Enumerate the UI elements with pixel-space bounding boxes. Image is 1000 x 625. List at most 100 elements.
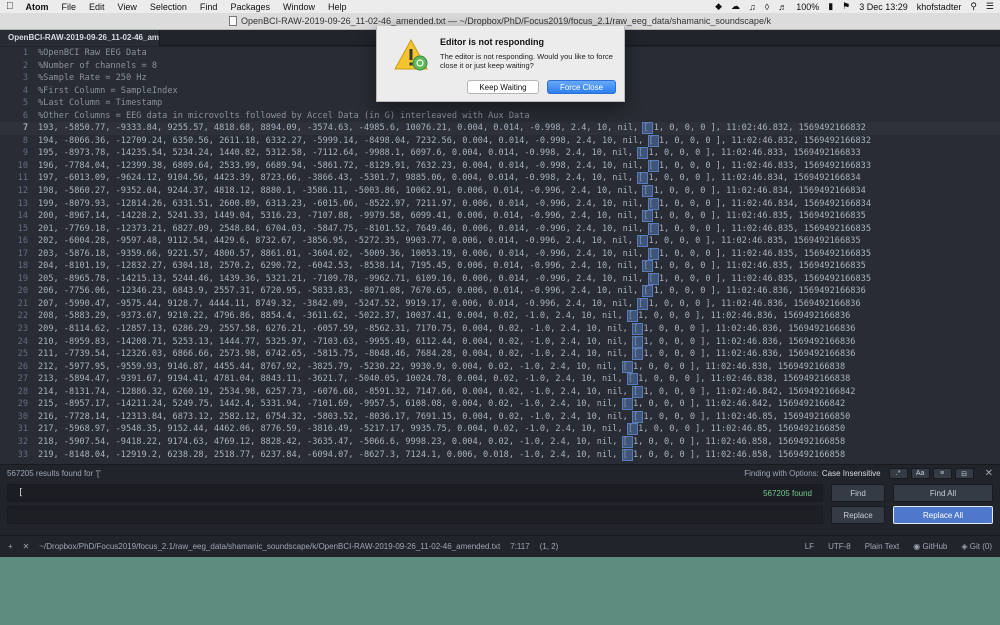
menu-app[interactable]: Atom <box>26 2 49 12</box>
line-number[interactable]: 23 <box>0 323 38 336</box>
line-number[interactable]: 12 <box>0 185 38 198</box>
selection-count[interactable]: (1, 2) <box>540 542 559 551</box>
code-line[interactable]: 21 207, -5990.47, -9575.44, 9128.7, 4444.… <box>0 297 1000 311</box>
dropbox-icon[interactable]: ◆ <box>715 1 722 12</box>
tab-active-file[interactable]: OpenBCI-RAW-2019-09-26_11-02-46_am... <box>0 30 160 46</box>
code-line[interactable]: 9 195, -8973.78, -14235.54, 5234.24, 1440… <box>0 147 1000 160</box>
menu-selection[interactable]: Selection <box>150 2 187 12</box>
line-number[interactable]: 2 <box>0 60 38 73</box>
code-line[interactable]: 22 208, -5883.29, -9373.67, 9210.22, 4796… <box>0 310 1000 323</box>
text-editor[interactable]: 1 %OpenBCI Raw EEG Data 2 %Number of channe… <box>0 47 1000 464</box>
find-input[interactable]: [ 567205 found <box>7 484 823 502</box>
line-number[interactable]: 33 <box>0 449 38 462</box>
line-number[interactable]: 9 <box>0 147 38 160</box>
line-number[interactable]: 6 <box>0 110 38 123</box>
replace-button[interactable]: Replace <box>831 506 885 524</box>
code-line[interactable]: 14 200, -8967.14, -14228.2, 5241.33, 1449… <box>0 210 1000 223</box>
battery-icon[interactable]: ▮ <box>828 1 833 12</box>
grammar[interactable]: Plain Text <box>865 542 900 551</box>
regex-toggle[interactable]: .* <box>888 468 908 479</box>
line-number[interactable]: 13 <box>0 198 38 211</box>
find-all-button[interactable]: Find All <box>893 484 993 502</box>
code-line[interactable]: 13 199, -8079.93, -12814.26, 6331.51, 260… <box>0 197 1000 211</box>
code-line[interactable]: 25 211, -7739.54, -12326.03, 6866.66, 257… <box>0 348 1000 361</box>
line-number[interactable]: 15 <box>0 223 38 236</box>
close-icon[interactable]: ✕ <box>985 468 993 479</box>
user-name[interactable]: khofstadter <box>917 2 962 12</box>
code-line[interactable]: 18 204, -8101.19, -12832.27, 6304.18, 257… <box>0 260 1000 273</box>
apple-icon[interactable]:  <box>6 1 14 12</box>
code-line[interactable]: 11 197, -6013.09, -9624.12, 9104.56, 4423… <box>0 172 1000 185</box>
replace-all-button[interactable]: Replace All <box>893 506 993 524</box>
menu-packages[interactable]: Packages <box>230 2 270 12</box>
code-line[interactable]: 30 216, -7728.14, -12313.84, 6873.12, 258… <box>0 410 1000 424</box>
line-number[interactable]: 32 <box>0 436 38 449</box>
flag-icon[interactable]: ⚑ <box>842 1 850 12</box>
code-line[interactable]: 23 209, -8114.62, -12857.13, 6286.29, 255… <box>0 323 1000 336</box>
force-close-button[interactable]: Force Close <box>547 80 616 94</box>
line-number[interactable]: 27 <box>0 373 38 386</box>
line-number[interactable]: 19 <box>0 273 38 286</box>
line-number[interactable]: 22 <box>0 310 38 323</box>
menu-edit[interactable]: Edit <box>89 2 105 12</box>
code-line[interactable]: 32 218, -5907.54, -9418.22, 9174.63, 4769… <box>0 435 1000 449</box>
in-selection-toggle[interactable]: ≡ <box>932 468 952 479</box>
volume-icon[interactable]: ♬ <box>778 2 787 12</box>
line-number[interactable]: 11 <box>0 172 38 185</box>
line-number[interactable]: 4 <box>0 85 38 98</box>
find-button[interactable]: Find <box>831 484 885 502</box>
line-number[interactable]: 29 <box>0 398 38 411</box>
code-line[interactable]: 19 205, -8965.78, -14215.13, 5244.46, 143… <box>0 272 1000 286</box>
line-number[interactable]: 14 <box>0 210 38 223</box>
search-icon[interactable]: ⚲ <box>970 1 977 12</box>
menu-find[interactable]: Find <box>200 2 218 12</box>
line-number[interactable]: 8 <box>0 135 38 148</box>
code-line[interactable]: 7 193, -5850.77, -9333.84, 9255.57, 4818.… <box>0 122 1000 135</box>
line-number[interactable]: 1 <box>0 47 38 60</box>
code-line[interactable]: 15 201, -7769.18, -12373.21, 6827.09, 254… <box>0 222 1000 236</box>
code-line[interactable]: 12 198, -5860.27, -9352.04, 9244.37, 4818… <box>0 185 1000 198</box>
list-icon[interactable]: ☰ <box>986 1 994 12</box>
encoding[interactable]: UTF-8 <box>828 542 851 551</box>
git-status[interactable]: ◈ Git (0) <box>961 542 992 551</box>
line-number[interactable]: 7 <box>0 122 38 135</box>
code-line[interactable]: 24 210, -8959.83, -14208.71, 5253.13, 144… <box>0 335 1000 349</box>
code-line[interactable]: 20 206, -7756.06, -12346.23, 6843.9, 2557… <box>0 285 1000 298</box>
line-number[interactable]: 28 <box>0 386 38 399</box>
keep-waiting-button[interactable]: Keep Waiting <box>467 80 539 94</box>
line-number[interactable]: 26 <box>0 361 38 374</box>
wifi-icon[interactable]: ◊ <box>765 2 769 12</box>
cloud-icon[interactable]: ☁ <box>731 1 740 12</box>
add-icon[interactable]: + <box>8 542 13 551</box>
code-line[interactable]: 16 202, -6004.28, -9597.48, 9112.54, 4429… <box>0 235 1000 248</box>
menu-help[interactable]: Help <box>328 2 347 12</box>
close-panel-icon[interactable]: ✕ <box>23 542 30 551</box>
code-line[interactable]: 10 196, -7784.04, -12399.38, 6809.64, 253… <box>0 159 1000 173</box>
code-line[interactable]: 26 212, -5977.95, -9559.93, 9146.87, 4455… <box>0 360 1000 374</box>
headphones-icon[interactable]: ♫ <box>749 2 756 12</box>
code-line[interactable]: 33 219, -8148.04, -12919.2, 6238.28, 2518… <box>0 448 1000 462</box>
case-sensitive-toggle[interactable]: Aa <box>910 468 930 479</box>
file-path[interactable]: ~/Dropbox/PhD/Focus2019/focus_2.1/raw_ee… <box>39 542 500 551</box>
line-number[interactable]: 18 <box>0 260 38 273</box>
line-number[interactable]: 31 <box>0 423 38 436</box>
line-number[interactable]: 5 <box>0 97 38 110</box>
menu-window[interactable]: Window <box>283 2 315 12</box>
line-number[interactable]: 3 <box>0 72 38 85</box>
line-ending[interactable]: LF <box>805 542 814 551</box>
clock-text[interactable]: 3 Dec 13:29 <box>859 2 908 12</box>
code-line[interactable]: 27 213, -5894.47, -9391.67, 9194.41, 4781… <box>0 373 1000 386</box>
whole-word-toggle[interactable]: ⊟ <box>954 468 974 479</box>
line-number[interactable]: 24 <box>0 336 38 349</box>
code-line[interactable]: 29 215, -8957.17, -14211.24, 5249.75, 144… <box>0 398 1000 411</box>
menu-view[interactable]: View <box>118 2 137 12</box>
line-number[interactable]: 10 <box>0 160 38 173</box>
line-number[interactable]: 21 <box>0 298 38 311</box>
code-line[interactable]: 17 203, -5876.18, -9359.66, 9221.57, 4800… <box>0 247 1000 261</box>
code-line[interactable]: 8 194, -8066.36, -12709.24, 6350.56, 2611… <box>0 134 1000 148</box>
line-number[interactable]: 25 <box>0 348 38 361</box>
code-line[interactable]: 28 214, -8131.74, -12886.32, 6260.19, 253… <box>0 385 1000 399</box>
replace-input[interactable] <box>7 506 823 524</box>
line-number[interactable]: 16 <box>0 235 38 248</box>
code-line[interactable]: 6 %Other Columns = EEG data in microvolts… <box>0 110 1000 123</box>
